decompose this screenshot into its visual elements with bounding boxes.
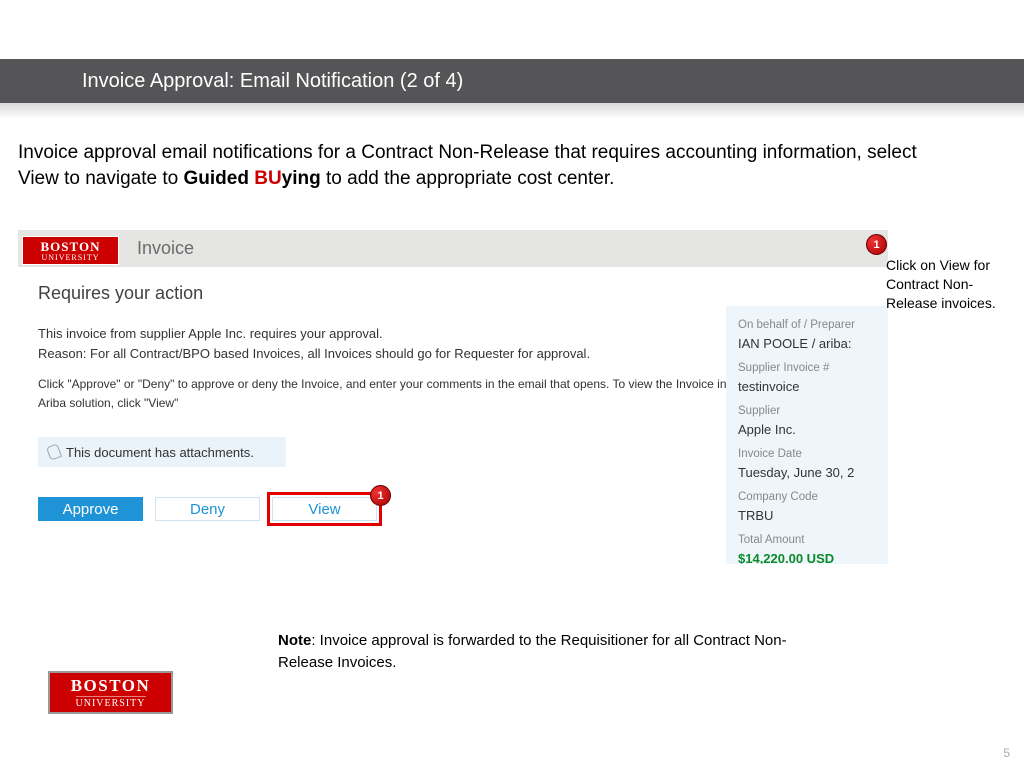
note-text: Note: Invoice approval is forwarded to t…	[278, 630, 838, 674]
info-total-amount: $14,220.00 USD	[738, 550, 878, 564]
bu-logo: BOSTON UNIVERSITY	[22, 236, 119, 265]
intro-guided: Guided	[183, 168, 254, 189]
attachments-label: This document has attachments.	[66, 445, 254, 460]
info-label: On behalf of / Preparer	[738, 318, 878, 334]
email-screenshot: BOSTON UNIVERSITY Invoice Requires your …	[18, 230, 888, 570]
intro-ying: ying	[282, 168, 321, 189]
info-value: TRBU	[738, 507, 878, 525]
requires-action-heading: Requires your action	[38, 283, 888, 304]
note-label: Note	[278, 632, 311, 649]
intro-text-after: to add the appropriate cost center.	[321, 168, 615, 189]
attachments-bar[interactable]: This document has attachments.	[38, 437, 286, 467]
approval-reason-text: This invoice from supplier Apple Inc. re…	[38, 324, 738, 363]
info-value: IAN POOLE / ariba:	[738, 335, 878, 353]
email-header: BOSTON UNIVERSITY Invoice	[18, 230, 888, 267]
logo-line1: BOSTON	[71, 676, 151, 696]
para1-line2: Reason: For all Contract/BPO based Invoi…	[38, 346, 590, 361]
info-label: Company Code	[738, 490, 878, 506]
invoice-info-panel: On behalf of / Preparer IAN POOLE / arib…	[726, 306, 888, 564]
view-button[interactable]: View	[272, 497, 377, 521]
step-marker-icon: 1	[370, 485, 391, 506]
title-shadow	[0, 103, 1024, 119]
page-number: 5	[1003, 746, 1010, 760]
intro-bu: BU	[254, 168, 281, 189]
info-label: Invoice Date	[738, 447, 878, 463]
info-label: Total Amount	[738, 533, 878, 549]
view-button-highlight: View 1	[272, 497, 377, 521]
slide-title: Invoice Approval: Email Notification (2 …	[0, 59, 1024, 93]
intro-paragraph: Invoice approval email notifications for…	[18, 140, 948, 191]
info-value: Apple Inc.	[738, 421, 878, 439]
email-body: Requires your action This invoice from s…	[18, 267, 888, 521]
logo-line2: UNIVERSITY	[42, 253, 100, 262]
paperclip-icon	[46, 444, 62, 461]
deny-button[interactable]: Deny	[155, 497, 260, 521]
bu-logo-footer: BOSTON UNIVERSITY	[48, 671, 173, 714]
info-value: Tuesday, June 30, 2	[738, 464, 878, 482]
callout-text: Click on View for Contract Non-Release i…	[886, 256, 1018, 313]
logo-line2: UNIVERSITY	[76, 696, 146, 709]
info-value: testinvoice	[738, 378, 878, 396]
callout-marker-icon: 1	[866, 234, 887, 255]
para1-line1: This invoice from supplier Apple Inc. re…	[38, 326, 383, 341]
instructions-text: Click "Approve" or "Deny" to approve or …	[38, 375, 758, 413]
slide-title-bar: Invoice Approval: Email Notification (2 …	[0, 59, 1024, 103]
email-header-title: Invoice	[137, 238, 194, 259]
approve-button[interactable]: Approve	[38, 497, 143, 521]
info-label: Supplier Invoice #	[738, 361, 878, 377]
note-body: : Invoice approval is forwarded to the R…	[278, 632, 787, 671]
info-label: Supplier	[738, 404, 878, 420]
